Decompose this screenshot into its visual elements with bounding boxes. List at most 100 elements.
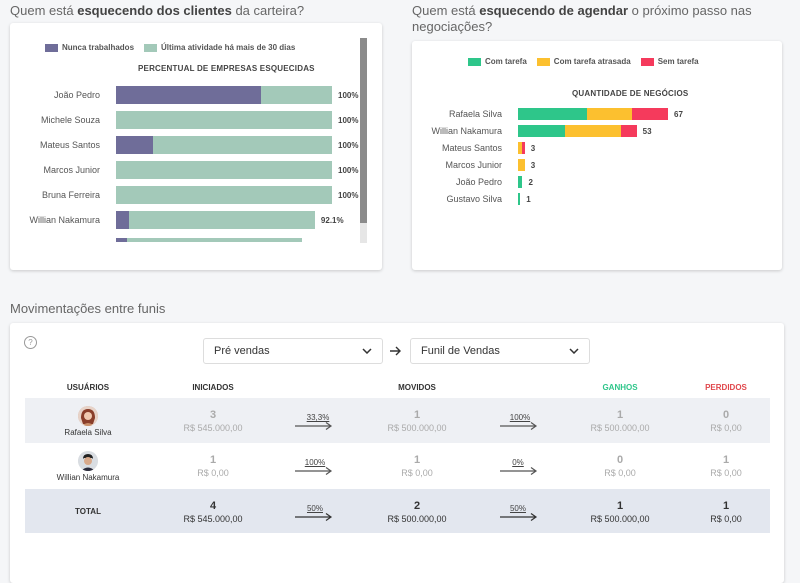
bar-segment-with-task[interactable] — [518, 176, 523, 188]
bar-category-label: Michele Souza — [40, 115, 100, 125]
legend-label: Com tarefa atrasada — [553, 57, 631, 66]
conversion-pct-started-moved[interactable]: 33,3% — [288, 413, 348, 422]
moved-money: R$ 0,00 — [401, 468, 433, 478]
scrollbar-thumb[interactable] — [360, 38, 367, 223]
title-bold: esquecendo de agendar — [479, 3, 629, 18]
left-chart-scrollbar[interactable] — [360, 38, 367, 243]
bar-last-activity[interactable] — [116, 111, 332, 129]
chevron-down-icon — [569, 348, 579, 354]
bar-last-activity[interactable] — [116, 186, 332, 204]
from-funnel-select[interactable]: Pré vendas — [203, 338, 383, 364]
bar-segment-late-task[interactable] — [587, 108, 633, 120]
title-pre: Quem está — [10, 3, 74, 18]
help-icon[interactable]: ? — [24, 336, 37, 349]
total-lost-money: R$ 0,00 — [710, 514, 742, 524]
bar-category-label: Bruna Ferreira — [41, 190, 100, 200]
header-lost: PERDIDOS — [705, 383, 747, 392]
total-started-count: 4 — [209, 500, 217, 512]
bar-last-activity[interactable] — [116, 136, 332, 154]
legend-swatch — [640, 57, 654, 66]
avatar — [78, 406, 98, 426]
bar-segment-no-task[interactable] — [522, 142, 525, 154]
bar-last-activity[interactable] — [116, 86, 332, 104]
title-post: da carteira? — [235, 3, 305, 18]
forgotten-clients-card: Nunca trabalhados Última atividade há ma… — [10, 23, 382, 270]
left-legend: Nunca trabalhados Última atividade há ma… — [45, 43, 295, 52]
started-count: 1 — [209, 454, 217, 466]
to-funnel-select[interactable]: Funil de Vendas — [410, 338, 590, 364]
legend-last-activity[interactable]: Última atividade há mais de 30 dias — [144, 43, 295, 52]
legend-no-task[interactable]: Sem tarefa — [640, 57, 699, 66]
total-pct-started-moved[interactable]: 50% — [285, 504, 345, 513]
bar-last-activity[interactable] — [116, 161, 332, 179]
total-moved-money: R$ 500.000,00 — [387, 514, 447, 524]
legend-never-worked[interactable]: Nunca trabalhados — [45, 43, 134, 52]
bar-value-label: 3 — [530, 144, 536, 153]
funnel-card: ? Pré vendas Funil de Vendas USUÁRIOS IN… — [10, 323, 784, 583]
total-started-money: R$ 545.000,00 — [183, 514, 243, 524]
bar-category-label: Marcos Junior — [445, 160, 502, 170]
moved-count: 1 — [413, 409, 421, 421]
user-name: Willian Nakamura — [56, 473, 120, 482]
bar-never-worked[interactable] — [116, 86, 261, 104]
bar-value-label: 92.1% — [320, 216, 344, 225]
lost-count: 1 — [722, 454, 730, 466]
total-pct-moved-won[interactable]: 50% — [488, 504, 548, 513]
bar-segment-late-task[interactable] — [518, 159, 525, 171]
legend-late-task[interactable]: Com tarefa atrasada — [536, 57, 631, 66]
legend-with-task[interactable]: Com tarefa — [468, 57, 527, 66]
bar-segment-late-task[interactable] — [565, 125, 621, 137]
bar-last-activity[interactable] — [116, 211, 315, 229]
bar-category-label: Gustavo Silva — [446, 194, 502, 204]
moved-money: R$ 500.000,00 — [387, 423, 447, 433]
user-name: Rafaela Silva — [64, 428, 112, 437]
bar-value-label: 67 — [674, 110, 683, 119]
won-count: 0 — [616, 454, 624, 466]
bar-segment-no-task[interactable] — [620, 125, 637, 137]
bar-category-label: Marcos Junior — [43, 165, 100, 175]
won-money: R$ 500.000,00 — [590, 423, 650, 433]
bar-never-worked[interactable] — [116, 136, 153, 154]
chevron-down-icon — [362, 348, 372, 354]
legend-label: Com tarefa — [485, 57, 527, 66]
won-count: 1 — [616, 409, 624, 421]
left-panel-title: Quem está esquecendo dos clientes da car… — [10, 3, 390, 19]
legend-swatch — [468, 57, 481, 66]
scheduling-card: Com tarefa Com tarefa atrasada Sem taref… — [412, 41, 782, 270]
total-lost-count: 1 — [722, 500, 730, 512]
conversion-pct-moved-won[interactable]: 100% — [490, 413, 550, 422]
to-funnel-value: Funil de Vendas — [421, 345, 500, 357]
legend-swatch — [536, 57, 550, 66]
header-moved: MOVIDOS — [398, 383, 436, 392]
right-legend: Com tarefa Com tarefa atrasada Sem taref… — [468, 57, 699, 66]
bar-segment-no-task[interactable] — [632, 108, 668, 120]
conversion-pct-moved-won[interactable]: 0% — [488, 458, 548, 467]
started-money: R$ 545.000,00 — [183, 423, 243, 433]
arrow-right-icon — [295, 513, 333, 521]
bar-value-label: 100% — [338, 191, 359, 200]
bar-value-label: 100% — [338, 166, 359, 175]
moved-count: 1 — [413, 454, 421, 466]
won-money: R$ 0,00 — [604, 468, 636, 478]
bar-partial-fill — [116, 238, 127, 242]
funnel-section-title: Movimentações entre funis — [10, 301, 166, 316]
arrow-right-icon — [500, 513, 538, 521]
legend-label: Última atividade há mais de 30 dias — [161, 43, 296, 52]
bar-category-label: Willian Nakamura — [29, 215, 100, 225]
bar-segment-with-task[interactable] — [518, 108, 588, 120]
right-panel-title: Quem está esquecendo de agendar o próxim… — [412, 3, 782, 35]
bar-segment-with-task[interactable] — [518, 125, 565, 137]
bar-never-worked[interactable] — [116, 211, 129, 229]
help-icon-glyph: ? — [28, 338, 33, 347]
bar-value-label: 3 — [530, 161, 536, 170]
legend-swatch — [144, 43, 158, 52]
header-won: GANHOS — [602, 383, 638, 392]
bar-category-label: Willian Nakamura — [431, 126, 502, 136]
bar-category-label: João Pedro — [53, 90, 100, 100]
lost-money: R$ 0,00 — [710, 423, 742, 433]
arrow-right-icon — [295, 422, 333, 430]
total-won-money: R$ 500.000,00 — [590, 514, 650, 524]
bar-segment-with-task[interactable] — [518, 193, 521, 205]
conversion-pct-started-moved[interactable]: 100% — [285, 458, 345, 467]
left-chart-title: PERCENTUAL DE EMPRESAS ESQUECIDAS — [138, 64, 315, 73]
